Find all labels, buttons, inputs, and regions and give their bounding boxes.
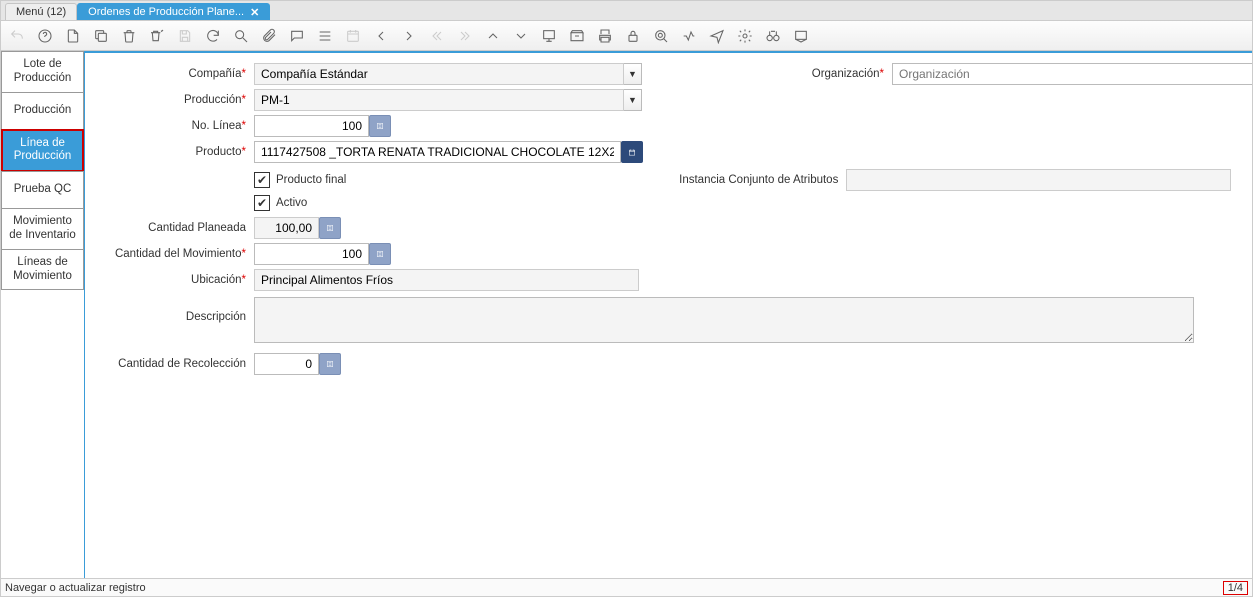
status-message: Navegar o actualizar registro (5, 582, 146, 594)
sidebar-item-produccion[interactable]: Producción (1, 92, 84, 130)
sidebar-item-label: Líneas de Movimiento (6, 256, 79, 284)
first-icon[interactable] (427, 26, 447, 46)
main-toolbar (1, 21, 1252, 51)
checkbox-icon: ✔ (254, 195, 270, 211)
cant-recoleccion-calc-button[interactable] (319, 353, 341, 375)
tab-menu[interactable]: Menú (12) (5, 3, 77, 20)
gear-icon[interactable] (735, 26, 755, 46)
cant-planeada-field[interactable] (254, 217, 319, 239)
status-bar: Navegar o actualizar registro 1/4 (1, 578, 1252, 596)
compania-dropdown-button[interactable]: ▼ (624, 63, 642, 85)
search-icon[interactable] (231, 26, 251, 46)
export-icon[interactable] (791, 26, 811, 46)
sidebar-item-lote[interactable]: Lote de Producción (1, 51, 84, 93)
cant-recoleccion-field[interactable] (254, 353, 319, 375)
main-area: Lote de Producción Producción Línea de P… (1, 51, 1252, 578)
cant-movimiento-field[interactable] (254, 243, 369, 265)
activo-checkbox[interactable]: ✔ Activo (254, 195, 307, 211)
archive-icon[interactable] (567, 26, 587, 46)
producto-final-checkbox[interactable]: ✔ Producto final (254, 172, 346, 188)
tab-ordenes-produccion[interactable]: Ordenes de Producción Plane... ✕ (77, 3, 270, 20)
cant-planeada-calc-button[interactable] (319, 217, 341, 239)
produccion-dropdown-button[interactable]: ▼ (624, 89, 642, 111)
checkbox-icon: ✔ (254, 172, 270, 188)
app-tabs: Menú (12) Ordenes de Producción Plane...… (1, 1, 1252, 21)
label-cant-recoleccion: Cantidad de Recolección (118, 358, 246, 370)
sidebar-item-label: Lote de Producción (6, 58, 79, 86)
label-instancia: Instancia Conjunto de Atributos (679, 174, 838, 186)
label-ubicacion: Ubicación (191, 274, 242, 286)
sidebar-item-label: Movimiento de Inventario (6, 215, 79, 243)
record-pager: 1/4 (1223, 581, 1248, 595)
cant-movimiento-calc-button[interactable] (369, 243, 391, 265)
organizacion-field[interactable] (892, 63, 1252, 85)
delete-all-icon[interactable] (147, 26, 167, 46)
delete-icon[interactable] (119, 26, 139, 46)
side-tabs: Lote de Producción Producción Línea de P… (1, 51, 85, 578)
up-icon[interactable] (483, 26, 503, 46)
sidebar-item-label: Producción (14, 104, 72, 118)
attachment-icon[interactable] (259, 26, 279, 46)
label-descripcion: Descripción (186, 311, 246, 323)
ubicacion-field[interactable] (254, 269, 639, 291)
label-produccion: Producción (184, 94, 242, 106)
close-icon[interactable]: ✕ (250, 6, 259, 19)
save-icon[interactable] (175, 26, 195, 46)
process-icon[interactable] (679, 26, 699, 46)
form-area: Compañía* ▼ Organización* ▼ Producción* (85, 51, 1252, 578)
next-icon[interactable] (399, 26, 419, 46)
sidebar-item-lineas-movimiento[interactable]: Líneas de Movimiento (1, 249, 84, 291)
report-icon[interactable] (539, 26, 559, 46)
down-icon[interactable] (511, 26, 531, 46)
sidebar-item-prueba-qc[interactable]: Prueba QC (1, 171, 84, 209)
prev-icon[interactable] (371, 26, 391, 46)
zoom-icon[interactable] (651, 26, 671, 46)
no-linea-calc-button[interactable] (369, 115, 391, 137)
label-cant-movimiento: Cantidad del Movimiento (115, 248, 242, 260)
last-icon[interactable] (455, 26, 475, 46)
sidebar-item-label: Línea de Producción (7, 137, 78, 165)
producto-field[interactable] (254, 141, 621, 163)
list-icon[interactable] (315, 26, 335, 46)
descripcion-field[interactable] (254, 297, 1194, 343)
tab-menu-label: Menú (12) (16, 6, 66, 18)
new-icon[interactable] (63, 26, 83, 46)
label-activo: Activo (276, 197, 307, 209)
binoculars-icon[interactable] (763, 26, 783, 46)
lock-icon[interactable] (623, 26, 643, 46)
instancia-field[interactable] (846, 169, 1231, 191)
label-producto: Producto (195, 146, 241, 158)
send-icon[interactable] (707, 26, 727, 46)
label-no-linea: No. Línea (192, 120, 242, 132)
no-linea-field[interactable] (254, 115, 369, 137)
calendar-icon[interactable] (343, 26, 363, 46)
label-organizacion: Organización (812, 68, 880, 80)
undo-icon[interactable] (7, 26, 27, 46)
producto-lookup-button[interactable] (621, 141, 643, 163)
label-producto-final: Producto final (276, 174, 346, 186)
print-icon[interactable] (595, 26, 615, 46)
sidebar-item-linea-produccion[interactable]: Línea de Producción (1, 129, 84, 173)
label-cant-planeada: Cantidad Planeada (148, 222, 246, 234)
label-compania: Compañía (188, 68, 241, 80)
compania-field[interactable] (254, 63, 624, 85)
produccion-field[interactable] (254, 89, 624, 111)
chat-icon[interactable] (287, 26, 307, 46)
sidebar-item-movimiento-inventario[interactable]: Movimiento de Inventario (1, 208, 84, 250)
copy-icon[interactable] (91, 26, 111, 46)
sidebar-item-label: Prueba QC (14, 183, 72, 197)
tab-active-label: Ordenes de Producción Plane... (88, 6, 244, 18)
refresh-icon[interactable] (203, 26, 223, 46)
help-icon[interactable] (35, 26, 55, 46)
